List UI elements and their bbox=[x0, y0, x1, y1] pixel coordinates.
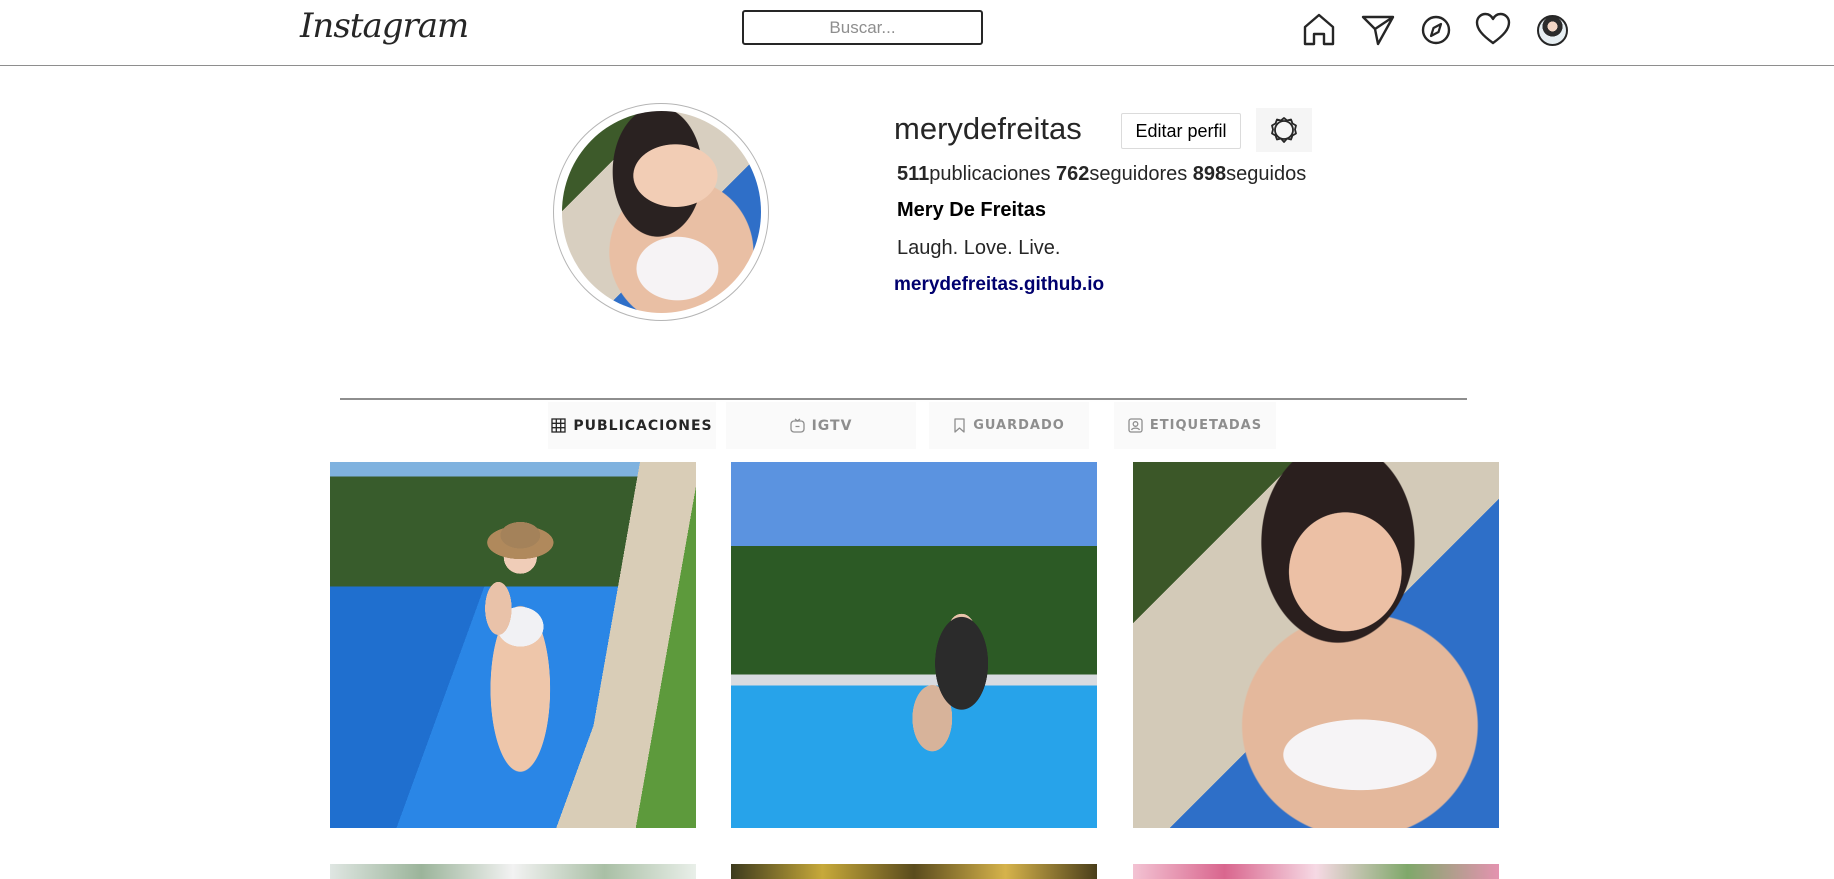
bookmark-icon bbox=[954, 418, 965, 433]
tab-label: GUARDADO bbox=[973, 418, 1065, 433]
profile-stats: 511publicaciones 762seguidores 898seguid… bbox=[897, 163, 1306, 186]
tab-publicaciones[interactable]: PUBLICACIONES bbox=[548, 402, 716, 449]
activity-heart-icon[interactable] bbox=[1474, 10, 1512, 48]
profile-picture-image bbox=[562, 111, 761, 313]
profile-picture[interactable] bbox=[553, 103, 769, 321]
direct-message-icon[interactable] bbox=[1359, 10, 1397, 48]
posts-count: 511 bbox=[897, 163, 930, 185]
profile-full-name: Mery De Freitas bbox=[897, 199, 1046, 221]
grid-icon bbox=[551, 418, 566, 433]
tab-label: IGTV bbox=[811, 417, 853, 434]
followers-label[interactable]: seguidores bbox=[1089, 163, 1192, 185]
post-thumbnail[interactable] bbox=[1133, 462, 1499, 828]
tab-etiquetadas[interactable]: ETIQUETADAS bbox=[1114, 402, 1276, 449]
post-thumbnail[interactable] bbox=[330, 462, 696, 828]
settings-button[interactable] bbox=[1256, 108, 1312, 152]
explore-compass-icon[interactable] bbox=[1417, 10, 1455, 48]
profile-avatar[interactable] bbox=[1537, 15, 1568, 46]
post-thumbnail[interactable] bbox=[1133, 864, 1499, 879]
profile-website-link[interactable]: merydefreitas.github.io bbox=[894, 274, 1104, 296]
post-thumbnail[interactable] bbox=[731, 462, 1097, 828]
posts-label: publicaciones bbox=[929, 163, 1057, 185]
tabs-divider bbox=[340, 398, 1467, 400]
followers-count[interactable]: 762 bbox=[1056, 163, 1089, 185]
post-thumbnail[interactable] bbox=[731, 864, 1097, 879]
following-label[interactable]: seguidos bbox=[1226, 163, 1306, 185]
home-icon[interactable] bbox=[1300, 10, 1338, 48]
edit-profile-button[interactable]: Editar perfil bbox=[1121, 113, 1241, 149]
instagram-logo[interactable]: Instagram bbox=[300, 6, 469, 46]
profile-username: merydefreitas bbox=[894, 111, 1082, 146]
gear-icon bbox=[1271, 117, 1297, 143]
search-input[interactable] bbox=[742, 10, 983, 45]
post-thumbnail[interactable] bbox=[330, 864, 696, 879]
profile-bio: Laugh. Love. Live. bbox=[897, 237, 1061, 259]
igtv-icon bbox=[789, 418, 805, 433]
tagged-user-icon bbox=[1128, 418, 1143, 433]
following-count[interactable]: 898 bbox=[1193, 163, 1226, 185]
tab-label: ETIQUETADAS bbox=[1149, 418, 1263, 433]
top-navigation-bar: Instagram bbox=[0, 0, 1834, 66]
tab-igtv[interactable]: IGTV bbox=[726, 402, 916, 449]
tab-guardado[interactable]: GUARDADO bbox=[929, 402, 1089, 449]
tab-label: PUBLICACIONES bbox=[573, 417, 713, 434]
